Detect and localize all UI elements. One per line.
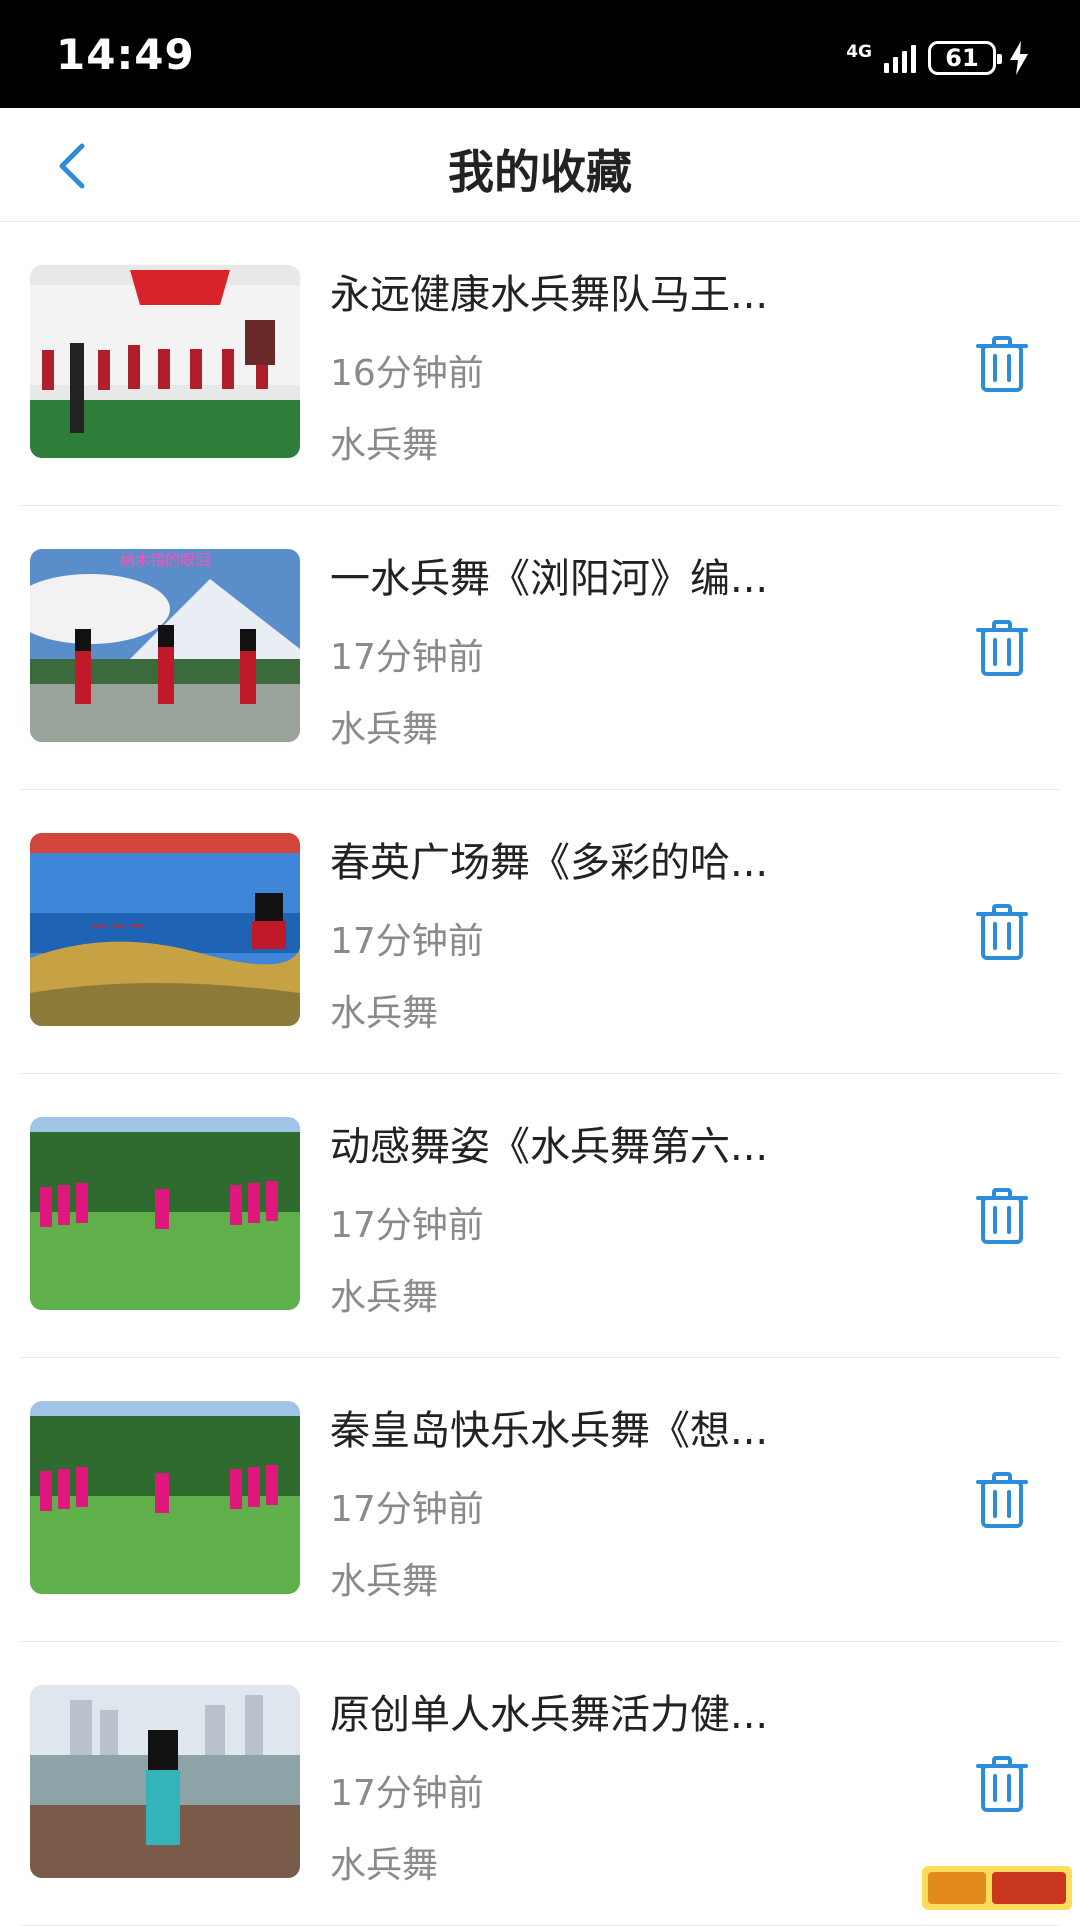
trash-icon [978, 1758, 1026, 1810]
status-icons: 4G 61 [846, 40, 1030, 76]
favorite-category: 水兵舞 [330, 1552, 438, 1604]
video-thumbnail[interactable] [30, 1401, 300, 1594]
favorite-item[interactable]: 原创单人水兵舞活力健... 17分钟前 水兵舞 [20, 1642, 1060, 1926]
favorite-category: 水兵舞 [330, 1836, 438, 1888]
trash-icon [978, 906, 1026, 958]
favorite-time: 17分钟前 [330, 1764, 484, 1816]
delete-button[interactable] [972, 334, 1032, 394]
favorites-list: 永远健康水兵舞队马王... 16分钟前 水兵舞 纳木错的眼泪 一 [0, 222, 1080, 1926]
video-thumbnail[interactable] [30, 265, 300, 458]
favorite-item[interactable]: ~~~ 春英广场舞《多彩的哈... 17分钟前 水兵舞 [20, 790, 1060, 1074]
trash-icon [978, 1474, 1026, 1526]
favorite-title[interactable]: 永远健康水兵舞队马王... [330, 262, 890, 320]
network-type-label: 4G [846, 44, 872, 61]
delete-button[interactable] [972, 618, 1032, 678]
page-title: 我的收藏 [0, 136, 1080, 202]
favorite-category: 水兵舞 [330, 416, 438, 468]
trash-icon [978, 622, 1026, 674]
favorite-time: 17分钟前 [330, 628, 484, 680]
favorite-title[interactable]: 一水兵舞《浏阳河》编... [330, 546, 890, 604]
signal-icon [884, 43, 916, 73]
delete-button[interactable] [972, 1754, 1032, 1814]
favorite-time: 17分钟前 [330, 912, 484, 964]
favorite-category: 水兵舞 [330, 700, 438, 752]
favorite-title[interactable]: 动感舞姿《水兵舞第六... [330, 1114, 890, 1172]
video-thumbnail[interactable]: 纳木错的眼泪 [30, 549, 300, 742]
watermark-logo [922, 1862, 1072, 1914]
app-header: 我的收藏 [0, 108, 1080, 222]
favorite-title[interactable]: 秦皇岛快乐水兵舞《想... [330, 1398, 890, 1456]
delete-button[interactable] [972, 902, 1032, 962]
status-bar: 14:49 4G 61 [0, 0, 1080, 108]
trash-icon [978, 1190, 1026, 1242]
favorite-time: 16分钟前 [330, 344, 484, 396]
charging-icon [1008, 41, 1030, 75]
trash-icon [978, 338, 1026, 390]
favorite-category: 水兵舞 [330, 1268, 438, 1320]
favorite-title[interactable]: 春英广场舞《多彩的哈... [330, 830, 890, 888]
favorite-title[interactable]: 原创单人水兵舞活力健... [330, 1682, 890, 1740]
favorite-time: 17分钟前 [330, 1480, 484, 1532]
battery-icon: 61 [928, 41, 996, 75]
favorite-time: 17分钟前 [330, 1196, 484, 1248]
favorite-item[interactable]: 永远健康水兵舞队马王... 16分钟前 水兵舞 [20, 222, 1060, 506]
video-thumbnail[interactable] [30, 1685, 300, 1878]
favorite-item[interactable]: 纳木错的眼泪 一水兵舞《浏阳河》编... 17分钟前 水兵舞 [20, 506, 1060, 790]
favorite-item[interactable]: 秦皇岛快乐水兵舞《想... 17分钟前 水兵舞 [20, 1358, 1060, 1642]
status-time: 14:49 [56, 30, 195, 79]
battery-level: 61 [945, 44, 978, 72]
thumbnail-caption: 纳木错的眼泪 [120, 551, 210, 569]
favorite-item[interactable]: 动感舞姿《水兵舞第六... 17分钟前 水兵舞 [20, 1074, 1060, 1358]
video-thumbnail[interactable] [30, 1117, 300, 1310]
delete-button[interactable] [972, 1186, 1032, 1246]
favorite-category: 水兵舞 [330, 984, 438, 1036]
delete-button[interactable] [972, 1470, 1032, 1530]
svg-text:~~~: ~~~ [90, 914, 145, 939]
video-thumbnail[interactable]: ~~~ [30, 833, 300, 1026]
